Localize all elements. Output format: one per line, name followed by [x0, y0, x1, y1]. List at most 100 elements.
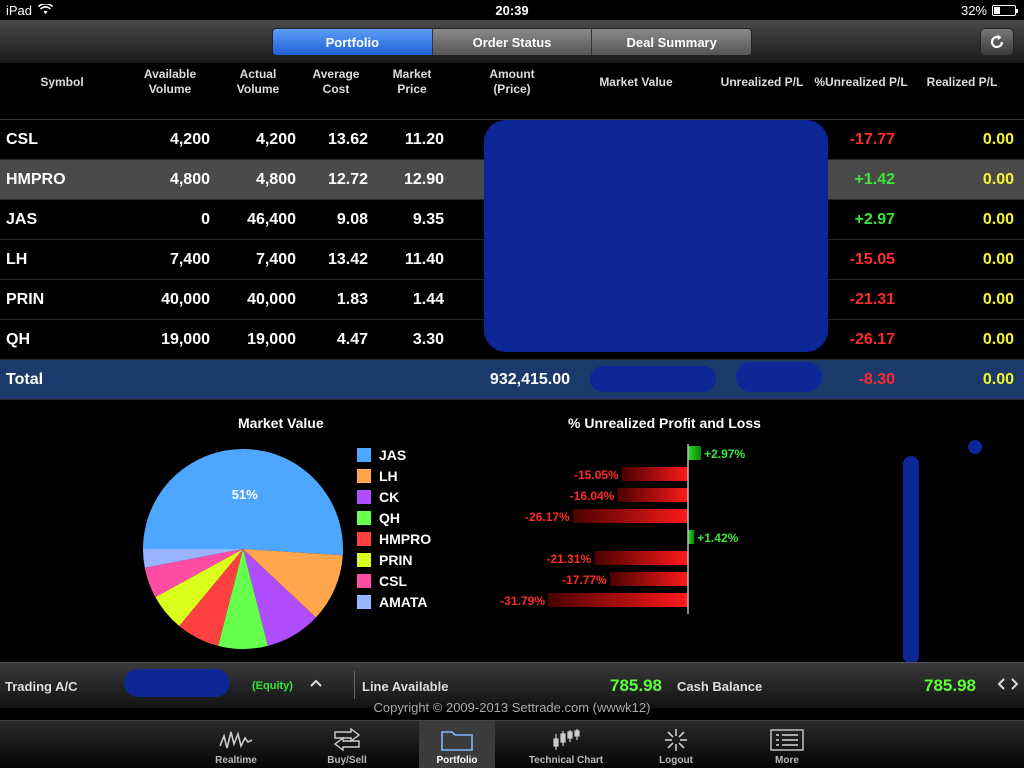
tab-deal-summary[interactable]: Deal Summary: [592, 29, 751, 55]
bar-value-label: +2.97%: [704, 447, 745, 461]
tab-technical-chart[interactable]: Technical Chart: [528, 721, 604, 768]
total-label: Total: [6, 371, 44, 388]
line-available-value: 785.98: [610, 676, 662, 695]
header-symbol: Symbol: [40, 74, 84, 89]
portfolio-table[interactable]: CSL 4,200 4,200 13.62 11.20 -17.77 0.00 …: [0, 100, 1024, 400]
header-unrealized-pl: Unrealized P/L: [720, 74, 804, 89]
legend-item: HMPRO: [357, 528, 431, 549]
legend-label: AMATA: [379, 593, 428, 610]
line-available-label: Line Available: [362, 679, 449, 694]
cell-market-price: 3.30: [412, 331, 444, 348]
header-actual-volume: Actual Volume: [236, 67, 280, 96]
bar-qh: [572, 509, 688, 523]
bar-value-label: +1.42%: [697, 531, 738, 545]
legend-item: CSL: [357, 570, 431, 591]
legend-label: QH: [379, 509, 400, 526]
account-expand-button[interactable]: [308, 677, 324, 692]
cell-symbol: PRIN: [6, 291, 45, 308]
redaction-mark: [124, 669, 230, 697]
refresh-button[interactable]: [980, 28, 1014, 56]
pie-slice-jas: [143, 448, 343, 556]
bar-prin: [594, 551, 688, 565]
copyright-text: Copyright © 2009-2013 Settrade.com (wwwk…: [373, 700, 651, 715]
cell-market-price: 9.35: [412, 211, 444, 228]
bar-jas: [688, 446, 702, 460]
header-amount: Amount (Price): [489, 67, 535, 96]
tab-portfolio-bottom[interactable]: Portfolio: [419, 721, 495, 768]
redaction-mark: [484, 120, 828, 352]
tab-realtime[interactable]: Realtime: [198, 721, 274, 768]
cell-available: 40,000: [161, 291, 210, 308]
legend-label: CSL: [379, 572, 407, 589]
candlestick-icon: [553, 729, 580, 750]
account-type: (Equity): [252, 680, 293, 692]
table-row-partial: [0, 100, 1024, 120]
cell-available: 0: [201, 211, 210, 228]
cell-realized: 0.00: [982, 171, 1014, 188]
pie-slice-label: 51%: [232, 487, 258, 502]
logout-icon: [665, 729, 687, 751]
divider: [354, 671, 355, 699]
bar-value-label: -21.31%: [546, 552, 591, 566]
cell-available: 7,400: [169, 251, 210, 268]
legend-label: HMPRO: [379, 530, 432, 547]
pie-chart-title: Market Value: [238, 415, 324, 431]
total-amount: 932,415.00: [489, 371, 570, 388]
bar-ck: [617, 488, 688, 502]
realtime-icon: [219, 731, 253, 749]
cell-realized: 0.00: [982, 211, 1014, 228]
legend-item: LH: [357, 465, 431, 486]
redaction-mark: [903, 456, 919, 664]
tab-portfolio[interactable]: Portfolio: [273, 29, 433, 55]
cell-available: 4,800: [169, 171, 210, 188]
cell-symbol: QH: [6, 331, 30, 348]
legend-label: PRIN: [379, 551, 413, 568]
legend-label: JAS: [379, 446, 407, 463]
cell-market-price: 11.40: [404, 251, 444, 268]
legend-label: LH: [379, 467, 398, 484]
segmented-control: Portfolio Order Status Deal Summary: [272, 28, 752, 56]
nav-bar: Portfolio Order Status Deal Summary: [0, 20, 1024, 64]
legend-swatch: [357, 489, 371, 504]
legend-item: JAS: [357, 444, 431, 465]
legend-item: QH: [357, 507, 431, 528]
list-icon: [770, 729, 804, 751]
tab-label: Realtime: [215, 755, 257, 766]
refresh-icon: [990, 34, 1004, 49]
cell-symbol: LH: [6, 251, 28, 268]
header-average-cost: Average Cost: [312, 67, 360, 96]
total-realized: 0.00: [982, 371, 1014, 388]
legend-swatch: [357, 531, 371, 546]
cell-realized: 0.00: [982, 291, 1014, 308]
swap-button[interactable]: [997, 677, 1019, 694]
legend-swatch: [357, 552, 371, 567]
legend-swatch: [357, 594, 371, 609]
legend-swatch: [357, 510, 371, 525]
header-market-price: Market Price: [392, 67, 432, 96]
header-available-volume: Available Volume: [143, 67, 197, 96]
bar-chart-title: % Unrealized Profit and Loss: [568, 415, 761, 431]
folder-icon: [441, 731, 473, 751]
legend-swatch: [357, 573, 371, 588]
bottom-tab-bar: Realtime Buy/Sell Portfolio Technical Ch…: [0, 720, 1024, 768]
tab-more[interactable]: More: [749, 721, 825, 768]
header-pct-unrealized-pl: %Unrealized P/L: [814, 74, 908, 89]
redaction-mark: [736, 362, 822, 392]
cell-symbol: HMPRO: [6, 171, 66, 188]
legend-item: CK: [357, 486, 431, 507]
unrealized-pl-bar-chart: +2.97% -15.05% -16.04%-26.17% +1.42% -21.31%…: [500, 444, 745, 614]
header-market-value: Market Value: [599, 74, 673, 89]
header-realized-pl: Realized P/L: [926, 74, 998, 89]
bar-value-label: -26.17%: [525, 510, 570, 524]
tab-order-status[interactable]: Order Status: [432, 29, 593, 55]
redaction-mark: [968, 440, 982, 454]
cell-symbol: JAS: [6, 211, 38, 228]
cell-realized: 0.00: [982, 331, 1014, 348]
tab-logout[interactable]: Logout: [638, 721, 714, 768]
cash-balance-value: 785.98: [924, 676, 976, 695]
cell-market-price: 12.90: [403, 171, 444, 188]
cell-market-price: 11.20: [404, 131, 444, 148]
tab-label: Technical Chart: [528, 755, 604, 766]
bar-lh: [621, 467, 688, 481]
tab-buy-sell[interactable]: Buy/Sell: [309, 721, 385, 768]
